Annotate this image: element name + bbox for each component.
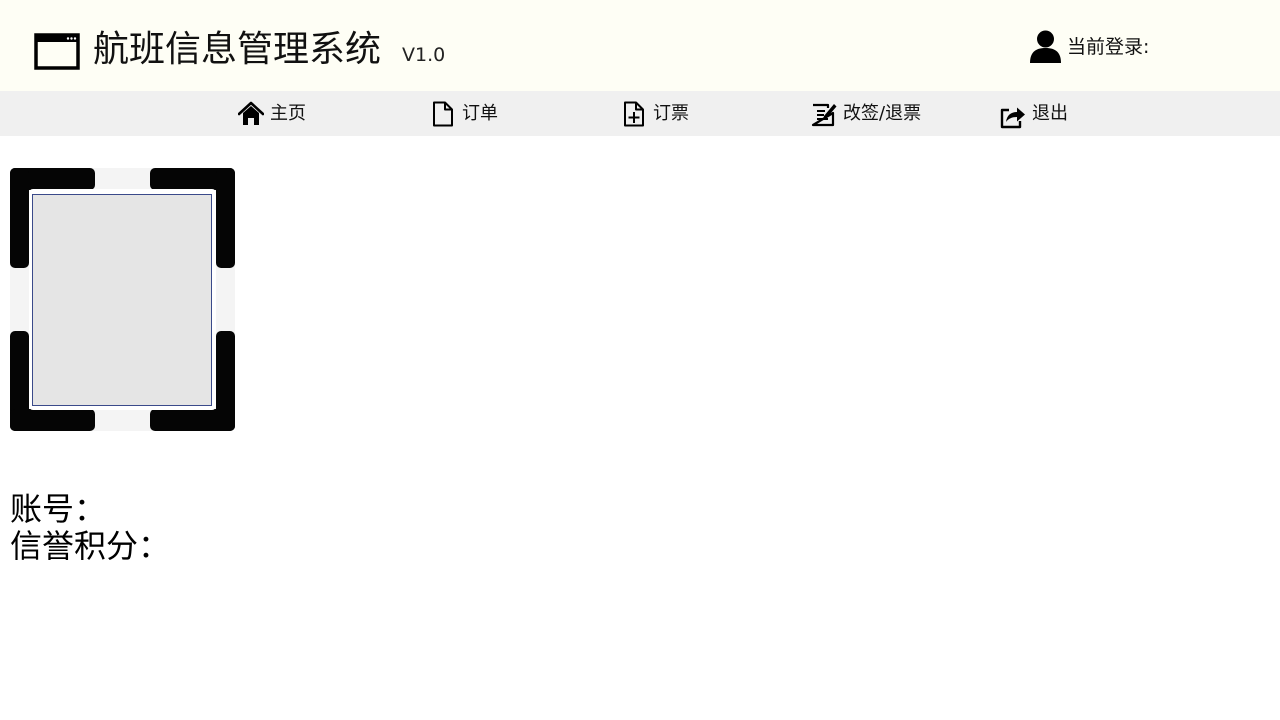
nav-label-logout: 退出 [1032,103,1068,124]
nav-item-logout[interactable]: 退出 [1000,91,1080,136]
nav-label-orders: 订单 [462,103,498,124]
user-icon [1030,30,1061,63]
nav-item-change-refund[interactable]: 改签/退票 [811,91,936,136]
frame-corner [150,409,235,431]
avatar[interactable] [32,194,212,406]
edit-document-icon [811,103,837,127]
home-icon [238,101,264,125]
document-icon [433,101,453,127]
frame-corner [10,409,95,431]
share-exit-icon [1000,107,1025,129]
app-title: 航班信息管理系统 [93,29,382,70]
account-label: 账号： [10,490,107,528]
window-icon [34,33,80,70]
nav-label-book-ticket: 订票 [653,103,689,124]
current-login-label: 当前登录: [1067,36,1150,58]
nav-item-book-ticket[interactable]: 订票 [621,91,701,136]
nav-item-orders[interactable]: 订单 [430,91,510,136]
app-version: V1.0 [402,44,446,66]
avatar-container [29,189,216,410]
nav-label-home: 主页 [270,103,306,124]
nav-item-home[interactable]: 主页 [238,91,318,136]
add-document-icon [624,101,644,127]
frame-corner [10,168,29,268]
frame-corner [216,168,235,268]
nav-label-change-refund: 改签/退票 [843,103,922,124]
credit-score-label: 信誉积分： [10,527,171,565]
app-header: 航班信息管理系统 V1.0 当前登录: [0,0,1280,91]
avatar-frame [10,168,235,431]
nav-bar: 主页 订单 订票 改签/退票 退出 [0,91,1280,136]
